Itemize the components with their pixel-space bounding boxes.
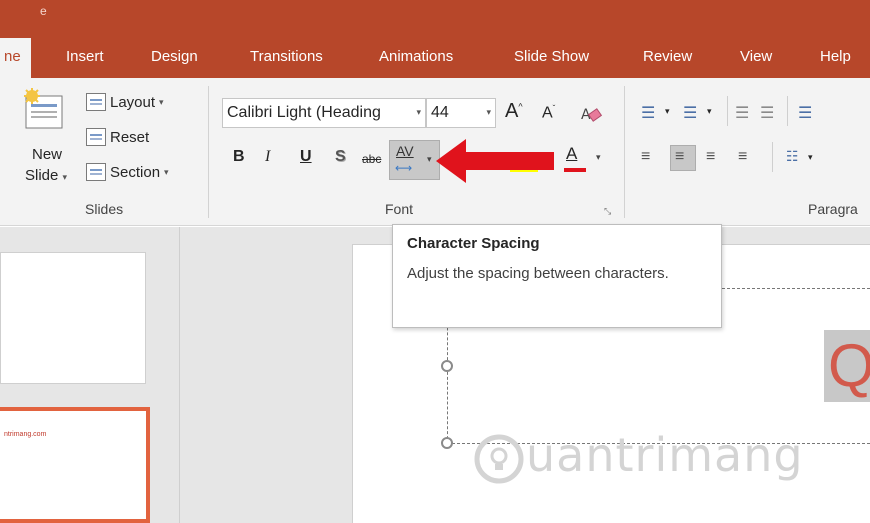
double-arrow-icon: ⟷	[395, 161, 413, 175]
grow-font-label: A	[505, 100, 519, 122]
group-separator	[208, 86, 209, 218]
chevron-down-icon[interactable]: ▾	[665, 106, 670, 117]
tab-review[interactable]: Review	[643, 38, 692, 78]
character-spacing-tooltip: Character Spacing Adjust the spacing bet…	[392, 224, 722, 328]
layout-label: Layout	[110, 93, 156, 111]
tab-insert[interactable]: Insert	[66, 38, 104, 78]
tab-animations[interactable]: Animations	[379, 38, 453, 78]
chevron-down-icon[interactable]: ▾	[416, 107, 421, 118]
numbering-icon[interactable]: ☰	[683, 103, 697, 123]
font-size-value: 44	[431, 104, 449, 121]
paragraph-group-label: Paragra	[808, 201, 858, 217]
chevron-down-icon: ▾	[164, 166, 169, 177]
increase-indent-icon[interactable]: ☰	[760, 103, 774, 123]
slide-thumbnail[interactable]	[0, 252, 146, 384]
italic-button[interactable]: I	[265, 148, 270, 166]
dialog-launcher-icon[interactable]: ⤡	[604, 206, 611, 217]
tab-help[interactable]: Help	[820, 38, 851, 78]
layout-button[interactable]: Layout ▾	[86, 93, 164, 111]
chevron-down-icon[interactable]: ▾	[486, 107, 491, 118]
shrink-font-button[interactable]: Aˇ	[542, 104, 555, 122]
grow-font-button[interactable]: A^	[505, 100, 523, 123]
section-button[interactable]: Section ▾	[86, 163, 169, 181]
bullets-icon[interactable]: ☰	[641, 103, 655, 123]
title-glyph: e	[40, 4, 47, 18]
font-name-field[interactable]: Calibri Light (Heading ▾	[222, 98, 426, 128]
strikethrough-button[interactable]: abc	[362, 152, 381, 166]
layout-icon	[86, 93, 106, 111]
chevron-down-icon[interactable]: ▾	[596, 152, 601, 163]
text-shadow-button[interactable]: S	[335, 148, 346, 166]
watermark: uantrimang	[472, 428, 804, 486]
tab-view[interactable]: View	[740, 38, 772, 78]
clear-formatting-button[interactable]: A	[580, 103, 604, 128]
annotation-arrow-head	[436, 139, 466, 183]
divider	[727, 96, 728, 126]
watermark-text: uantrimang	[526, 428, 804, 482]
new-slide-label-line1: New	[32, 146, 63, 163]
slide-thumbnail-selected[interactable]: ntrimang.com	[0, 407, 150, 523]
tab-home[interactable]: ne	[0, 38, 31, 78]
chevron-down-icon: ▾	[62, 172, 68, 182]
resize-handle[interactable]	[441, 437, 453, 449]
new-slide-label: Slide	[25, 167, 59, 184]
font-group-label: Font	[385, 201, 414, 217]
section-label: Section	[110, 163, 161, 181]
bold-button[interactable]: B	[233, 148, 245, 166]
tooltip-title: Character Spacing	[407, 235, 540, 252]
slide-title-text: Q	[824, 330, 870, 402]
resize-handle[interactable]	[441, 360, 453, 372]
align-right-icon[interactable]: ≡	[706, 148, 715, 166]
columns-icon[interactable]: ☷	[786, 148, 799, 165]
title-bar: e	[0, 0, 870, 38]
justify-icon[interactable]: ≡	[738, 148, 747, 166]
reset-label: Reset	[110, 128, 150, 146]
chevron-down-icon[interactable]: ▾	[707, 106, 712, 117]
chevron-down-icon[interactable]: ▾	[808, 152, 813, 163]
align-center-icon: ≡	[675, 148, 685, 165]
reset-button[interactable]: Reset	[86, 128, 149, 146]
tab-transitions[interactable]: Transitions	[250, 38, 323, 78]
chevron-down-icon[interactable]: ▾	[427, 154, 432, 165]
underline-button[interactable]: U	[300, 148, 312, 166]
font-size-field[interactable]: 44 ▾	[426, 98, 496, 128]
decrease-indent-icon[interactable]: ☰	[735, 103, 749, 123]
font-color-label: A	[566, 144, 578, 163]
ribbon-tabs: ne Insert Design Transitions Animations …	[0, 38, 870, 78]
chevron-down-icon: ▾	[159, 96, 164, 107]
slides-group-label: Slides	[85, 201, 124, 217]
eraser-icon: A	[581, 107, 603, 123]
thumbnail-text: ntrimang.com	[4, 431, 47, 438]
font-color-swatch	[564, 168, 586, 172]
tab-design[interactable]: Design	[151, 38, 198, 78]
font-name-value: Calibri Light (Heading	[227, 104, 381, 121]
new-slide-label-line2: Slide ▾	[25, 167, 67, 184]
character-spacing-label: AV	[396, 143, 414, 159]
section-icon	[86, 163, 106, 181]
watermark-logo-icon	[474, 434, 524, 483]
line-spacing-icon[interactable]: ☰	[798, 103, 812, 123]
font-color-button[interactable]: A	[566, 144, 577, 164]
divider	[772, 142, 773, 172]
annotation-arrow-shaft	[462, 152, 554, 170]
shrink-font-label: A	[542, 104, 553, 122]
align-left-icon[interactable]: ≡	[641, 148, 650, 166]
tooltip-body: Adjust the spacing between characters.	[407, 265, 669, 282]
reset-icon	[86, 128, 106, 146]
divider	[787, 96, 788, 126]
group-separator	[624, 86, 625, 218]
tab-slide-show[interactable]: Slide Show	[514, 38, 589, 78]
new-slide-icon	[12, 88, 66, 134]
